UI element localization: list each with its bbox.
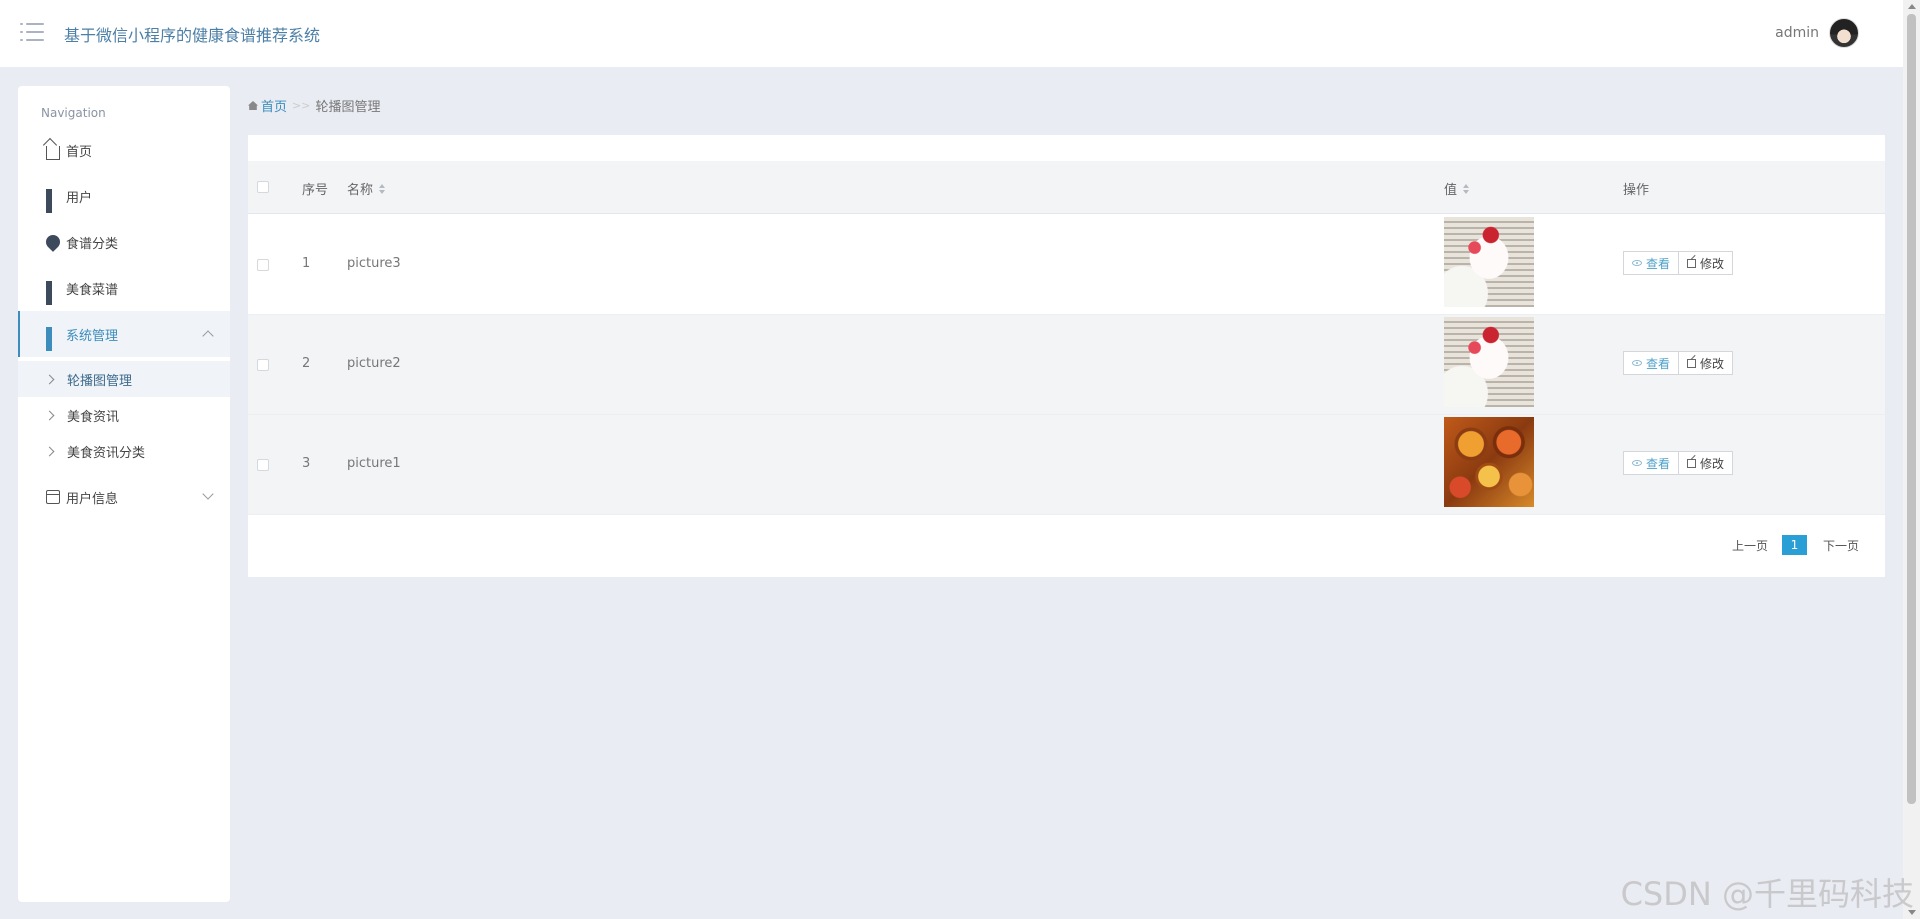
- chevron-right-icon: [44, 410, 55, 420]
- row-index: 1: [302, 256, 311, 271]
- avatar[interactable]: [1829, 18, 1859, 48]
- row-actions: 查看 修改: [1623, 251, 1734, 275]
- menu-toggle-icon[interactable]: [20, 22, 46, 44]
- sidebar-item-label: 系统管理: [66, 328, 119, 344]
- breadcrumb-separator: >>: [292, 99, 311, 112]
- card-icon: [46, 490, 60, 504]
- sidebar-item-home[interactable]: 首页: [18, 127, 230, 173]
- carousel-image: [1444, 417, 1534, 507]
- top-header: 基于微信小程序的健康食谱推荐系统 admin: [0, 0, 1903, 67]
- chevron-right-icon: [44, 446, 55, 456]
- user-menu[interactable]: admin: [1775, 18, 1859, 48]
- row-checkbox[interactable]: [257, 359, 269, 371]
- sidebar-item-label: 首页: [66, 144, 93, 160]
- username[interactable]: admin: [1775, 25, 1819, 41]
- nav-heading: Navigation: [41, 106, 106, 120]
- row-name: picture2: [347, 356, 401, 371]
- breadcrumb: 首页 >> 轮播图管理: [248, 96, 380, 115]
- column-header-name[interactable]: 名称: [347, 179, 386, 198]
- select-all-checkbox[interactable]: [257, 181, 269, 193]
- chevron-down-icon: [202, 488, 214, 500]
- table-panel: 序号 名称 值 操作 1 picture3 查看 修改 2 picture2 查…: [248, 135, 1885, 577]
- breadcrumb-current: 轮播图管理: [315, 100, 381, 115]
- column-header-value[interactable]: 值: [1444, 179, 1470, 198]
- row-checkbox[interactable]: [257, 259, 269, 271]
- watermark: CSDN @千里码科技: [1620, 875, 1914, 913]
- edit-button[interactable]: 修改: [1679, 251, 1734, 275]
- eye-icon: [1632, 260, 1642, 266]
- eye-icon: [1632, 460, 1642, 466]
- edit-button[interactable]: 修改: [1679, 451, 1734, 475]
- view-button[interactable]: 查看: [1623, 251, 1680, 275]
- sidebar: Navigation 首页 用户 食谱分类 美食菜谱 系统管理 轮播图管理 美食…: [18, 86, 230, 902]
- sidebar-item-users[interactable]: 用户: [18, 173, 230, 219]
- sidebar-subitem-food-news[interactable]: 美食资讯: [18, 397, 230, 433]
- grid-icon: [46, 189, 60, 213]
- pagination: 上一页 1 下一页: [1732, 535, 1859, 555]
- edit-icon: [1687, 458, 1697, 468]
- page-number-button[interactable]: 1: [1781, 535, 1807, 555]
- breadcrumb-home-label[interactable]: 首页: [261, 96, 287, 115]
- sidebar-subitem-label: 轮播图管理: [67, 373, 133, 389]
- home-icon: [46, 146, 60, 160]
- grid-icon: [46, 281, 60, 305]
- carousel-image: [1444, 217, 1534, 307]
- table-row: 2 picture2 查看 修改: [248, 315, 1885, 415]
- sidebar-item-user-info[interactable]: 用户信息: [18, 474, 230, 520]
- sidebar-item-system[interactable]: 系统管理: [18, 311, 230, 357]
- edit-icon: [1687, 258, 1697, 268]
- sidebar-item-label: 用户: [66, 190, 93, 206]
- sort-icon[interactable]: [379, 183, 386, 194]
- view-button[interactable]: 查看: [1623, 451, 1680, 475]
- scrollbar-thumb[interactable]: [1907, 14, 1916, 804]
- column-header-actions: 操作: [1623, 183, 1650, 198]
- scroll-up-icon[interactable]: [1908, 4, 1916, 9]
- sidebar-item-recipes[interactable]: 美食菜谱: [18, 265, 230, 311]
- table-row: 1 picture3 查看 修改: [248, 215, 1885, 315]
- sidebar-item-recipe-category[interactable]: 食谱分类: [18, 219, 230, 265]
- carousel-image: [1444, 317, 1534, 407]
- edit-icon: [1687, 358, 1697, 368]
- sidebar-item-label: 食谱分类: [66, 236, 119, 252]
- sidebar-item-label: 用户信息: [66, 491, 119, 507]
- edit-button[interactable]: 修改: [1679, 351, 1734, 375]
- vertical-scrollbar[interactable]: [1903, 0, 1920, 919]
- chevron-up-icon: [202, 330, 214, 342]
- grid-icon: [46, 327, 60, 351]
- prev-page-button[interactable]: 上一页: [1732, 537, 1768, 554]
- sort-icon[interactable]: [1463, 183, 1470, 194]
- breadcrumb-home[interactable]: 首页: [248, 96, 287, 115]
- chevron-right-icon: [44, 374, 55, 384]
- table-row: 3 picture1 查看 修改: [248, 415, 1885, 515]
- row-checkbox[interactable]: [257, 459, 269, 471]
- sidebar-item-label: 美食菜谱: [66, 282, 119, 298]
- view-button[interactable]: 查看: [1623, 351, 1680, 375]
- row-name: picture3: [347, 256, 401, 271]
- drop-icon: [43, 232, 63, 252]
- row-index: 2: [302, 356, 311, 371]
- app-title: 基于微信小程序的健康食谱推荐系统: [64, 26, 321, 45]
- row-index: 3: [302, 456, 311, 471]
- sidebar-subitem-carousel[interactable]: 轮播图管理: [18, 361, 230, 397]
- home-icon: [248, 101, 258, 110]
- sidebar-subitem-label: 美食资讯分类: [67, 445, 146, 461]
- column-header-index: 序号: [302, 183, 329, 198]
- sidebar-subitem-news-category[interactable]: 美食资讯分类: [18, 433, 230, 469]
- eye-icon: [1632, 360, 1642, 366]
- sidebar-subitem-label: 美食资讯: [67, 409, 120, 425]
- row-actions: 查看 修改: [1623, 451, 1734, 475]
- row-name: picture1: [347, 456, 401, 471]
- next-page-button[interactable]: 下一页: [1823, 537, 1859, 554]
- table-header: 序号 名称 值 操作: [248, 161, 1885, 214]
- row-actions: 查看 修改: [1623, 351, 1734, 375]
